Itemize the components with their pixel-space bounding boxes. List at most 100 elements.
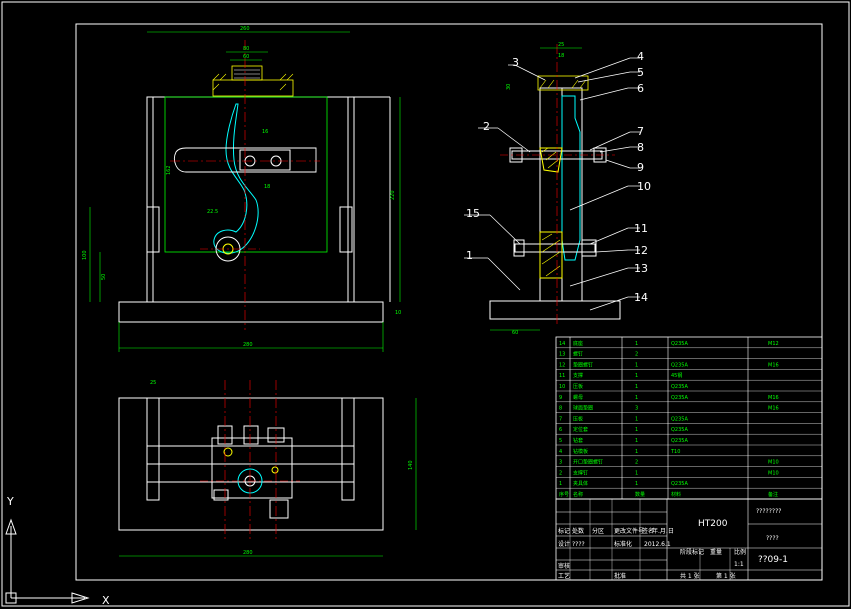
dim-front-10: 10 (395, 310, 401, 316)
ucs-y-label: Y (6, 495, 14, 508)
tb-row4-cell: 共 1 张 (680, 572, 700, 580)
bom-cell-qty: 1 (635, 416, 638, 422)
dim-front-16: 16 (262, 129, 268, 135)
bom-cell-note: M10 (768, 470, 779, 476)
tb-row3-cell: 阶段标记 (680, 548, 704, 556)
bom-cell-note: M16 (768, 406, 779, 412)
bom-cell-material: Q235A (671, 341, 688, 347)
side-hatch-upper (539, 147, 563, 173)
bom-cell-qty: 1 (635, 481, 638, 487)
top-bolt-mid (243, 425, 259, 445)
side-column (539, 87, 563, 302)
dim-side-18: 18 (558, 53, 564, 59)
bom-cell-name: 螺母 (573, 394, 583, 401)
bom-cell-material: Q235A (671, 427, 688, 433)
bom-cell-material: 45钢 (671, 372, 682, 379)
dim-front-100: 100 (82, 250, 88, 260)
bom-cell-no: 2 (559, 470, 562, 476)
tb-row2-cell: 设计 (558, 540, 570, 548)
callout-14: 14 (634, 291, 648, 304)
callout-8: 8 (637, 141, 644, 154)
bom-cell-material: Q235A (671, 438, 688, 444)
bom-cell-no: 11 (559, 373, 565, 379)
tb-row2-cell: 标准化 (614, 540, 632, 548)
bom-cell-name: 压板 (573, 383, 583, 390)
bom-cell-name: 定位套 (573, 426, 588, 433)
bom-cell-material: Q235A (671, 362, 688, 368)
bom-cell-no: 12 (559, 362, 565, 368)
ucs-x-label: X (102, 594, 110, 607)
side-upright (561, 87, 583, 302)
bom-table[interactable]: 14 底座 1 Q235A M1213 螺钉 212 垫圈螺钉 1 Q235A M1611 支撑 1 45… (555, 336, 823, 500)
bom-cell-name: 钻模板 (573, 448, 588, 455)
bom-cell-qty: 1 (635, 470, 638, 476)
front-right-block (339, 206, 353, 253)
bom-cell-material: Q235A (671, 481, 688, 487)
front-drill-plate-hatch (212, 73, 294, 91)
outer-frame (1, 1, 850, 607)
bom-cell-no: 10 (559, 384, 565, 390)
bom-cell-material: T10 (670, 449, 680, 455)
top-bolt-bottom (269, 499, 289, 519)
bom-cell-note: M12 (768, 341, 779, 347)
callout-4: 4 (637, 50, 644, 63)
bom-cell-no: 9 (559, 395, 562, 401)
front-bushing-knurl (234, 69, 260, 79)
dim-front-50: 50 (101, 274, 107, 280)
front-drill-plate (212, 79, 294, 97)
side-view[interactable]: 25 18 30 60 4 5 6 7 8 9 10 11 12 13 14 3… (464, 42, 651, 336)
bom-cell-no: 5 (559, 438, 562, 444)
callout-6: 6 (637, 82, 644, 95)
drawing-number: ??09-1 (758, 555, 788, 565)
front-base-plate (118, 301, 384, 323)
bom-cell-material: Q235A (671, 384, 688, 390)
side-workpiece (561, 95, 581, 261)
title-block[interactable]: HT200 ???????? ???? ??09-1 1:1 标记 处数 分区 更改文… (555, 498, 823, 581)
dim-top-280: 280 (243, 550, 253, 556)
bom-cell-name: 名称 (573, 491, 583, 498)
callout-10: 10 (637, 180, 651, 193)
tb-row1-cell: 更改文件号 (614, 527, 644, 535)
top-view[interactable]: 25 140 280 (118, 380, 417, 557)
bom-cell-qty: 2 (635, 460, 638, 466)
top-hole-small2 (271, 466, 279, 474)
bom-cell-qty: 1 (635, 427, 638, 433)
bom-cell-qty: 1 (635, 384, 638, 390)
bom-cell-name: 钻套 (573, 437, 583, 444)
front-left-column (146, 96, 154, 303)
side-drill-plate-hatch (539, 79, 587, 89)
tb-row4-cell: 批准 (614, 572, 626, 580)
front-view[interactable]: 260 80 60 220 162 16 22.5 18 100 50 10 2… (82, 26, 401, 352)
drawing-scale: 1:1 (734, 561, 744, 568)
bom-cell-name: 螺钉 (573, 351, 583, 358)
tb-row2-cell: 2012.6.1 (644, 541, 671, 548)
side-base (489, 300, 621, 320)
callout-7: 7 (637, 125, 644, 138)
side-bolt-lower (514, 243, 596, 253)
callout-11: 11 (634, 222, 648, 235)
callout-5: 5 (637, 66, 644, 79)
bom-cell-note: M16 (768, 362, 779, 368)
callout-15: 15 (466, 207, 480, 220)
bom-cell-no: 6 (559, 427, 562, 433)
dim-front-18: 18 (264, 184, 270, 190)
title-block-cells: 标记 处数 分区 更改文件号签名年.月.日设计???? 标准化 2012.6.1审核阶段标… (558, 527, 746, 580)
front-inner-body (164, 96, 328, 253)
bom-cell-no: 14 (559, 341, 565, 347)
bom-table-frame (555, 336, 823, 500)
tb-row2-cell: ???? (572, 541, 585, 548)
tb-row4-cell: 第 1 张 (716, 572, 736, 580)
bom-cell-qty: 1 (635, 395, 638, 401)
dim-front-162: 162 (166, 165, 172, 175)
bom-cell-no: 8 (559, 406, 562, 412)
callout-13: 13 (634, 262, 648, 275)
cad-drawing-canvas[interactable]: 260 80 60 220 162 16 22.5 18 100 50 10 2… (0, 0, 851, 609)
bom-cell-qty: 2 (635, 352, 638, 358)
bom-cell-name: 球面垫圈 (573, 405, 593, 412)
callout-1: 1 (466, 249, 473, 262)
ucs-icon: Y X (5, 495, 110, 607)
bom-cell-no: 3 (559, 460, 562, 466)
bom-cell-qty: 1 (635, 341, 638, 347)
callout-3: 3 (512, 56, 519, 69)
callout-9: 9 (637, 161, 644, 174)
